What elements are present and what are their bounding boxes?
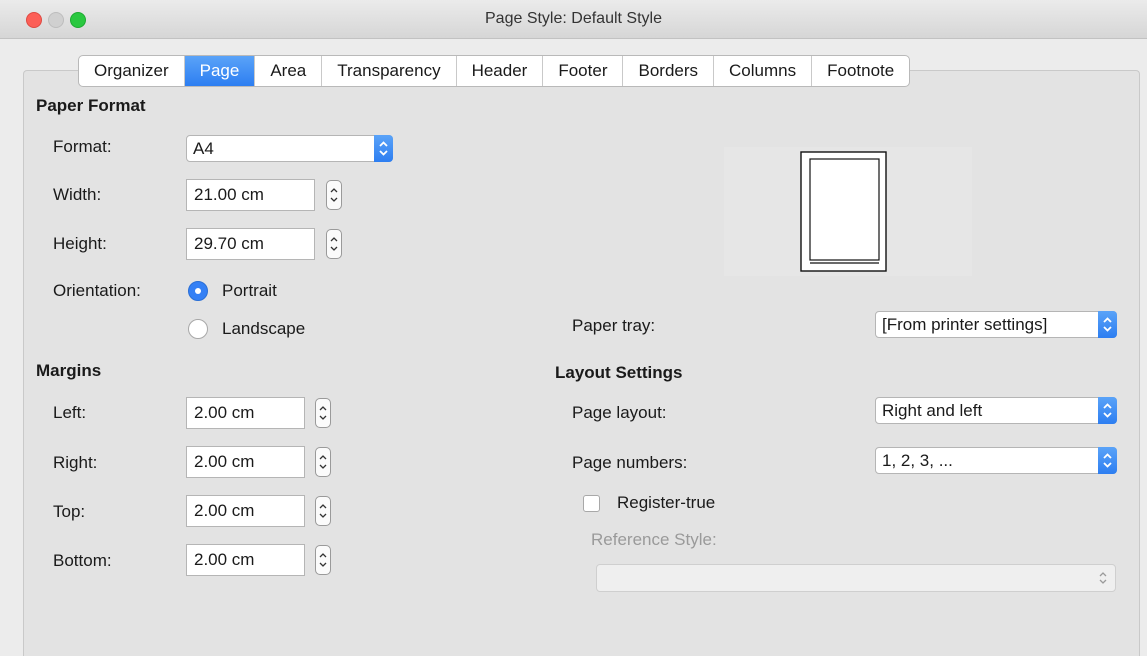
chevron-updown-icon: [330, 188, 338, 202]
right-margin-stepper[interactable]: [315, 447, 331, 477]
width-label: Width:: [53, 185, 102, 204]
page-layout-value: Right and left: [882, 401, 983, 420]
height-input[interactable]: 29.70 cm: [186, 228, 315, 260]
tab-header[interactable]: Header: [457, 56, 544, 86]
page-numbers-label: Page numbers:: [572, 453, 688, 472]
page-layout-label: Page layout:: [572, 403, 667, 422]
chevron-updown-icon: [319, 504, 327, 518]
portrait-label[interactable]: Portrait: [222, 281, 277, 301]
register-true-checkbox[interactable]: [583, 495, 600, 512]
chevron-updown-icon: [1098, 397, 1117, 424]
page-numbers-select[interactable]: 1, 2, 3, ...: [875, 447, 1117, 474]
portrait-radio[interactable]: [188, 281, 208, 301]
left-margin-stepper[interactable]: [315, 398, 331, 428]
width-stepper[interactable]: [326, 180, 342, 210]
reference-style-label: Reference Style:: [591, 530, 717, 549]
page-numbers-value: 1, 2, 3, ...: [882, 451, 953, 470]
paper-tray-select[interactable]: [From printer settings]: [875, 311, 1117, 338]
register-true-label[interactable]: Register-true: [617, 493, 715, 513]
height-label: Height:: [53, 234, 107, 253]
chevron-updown-icon: [1098, 447, 1117, 474]
tab-organizer[interactable]: Organizer: [79, 56, 185, 86]
chevron-updown-icon: [330, 237, 338, 251]
chevron-updown-icon: [374, 135, 393, 162]
layout-settings-heading: Layout Settings: [555, 363, 683, 382]
tab-borders[interactable]: Borders: [623, 56, 715, 86]
margins-heading: Margins: [36, 361, 102, 380]
landscape-radio[interactable]: [188, 319, 208, 339]
left-margin-input[interactable]: 2.00 cm: [186, 397, 305, 429]
window-title: Page Style: Default Style: [485, 10, 662, 27]
paper-format-heading: Paper Format: [36, 96, 146, 115]
bottom-margin-input[interactable]: 2.00 cm: [186, 544, 305, 576]
tab-area[interactable]: Area: [255, 56, 323, 86]
chevron-updown-icon: [319, 455, 327, 469]
chevron-updown-icon: [1098, 311, 1117, 338]
format-select[interactable]: A4: [186, 135, 393, 162]
format-label: Format:: [53, 137, 112, 156]
height-stepper[interactable]: [326, 229, 342, 259]
top-margin-stepper[interactable]: [315, 496, 331, 526]
chevron-updown-icon: [319, 553, 327, 567]
paper-tray-label: Paper tray:: [572, 316, 656, 335]
chevron-updown-icon: [1099, 572, 1107, 584]
bottom-margin-label: Bottom:: [53, 551, 112, 570]
chevron-updown-icon: [319, 406, 327, 420]
tab-page[interactable]: Page: [184, 56, 256, 86]
orientation-label: Orientation:: [53, 281, 141, 300]
paper-tray-value: [From printer settings]: [882, 315, 1048, 334]
landscape-label[interactable]: Landscape: [222, 319, 305, 339]
width-input[interactable]: 21.00 cm: [186, 179, 315, 211]
bottom-margin-stepper[interactable]: [315, 545, 331, 575]
right-margin-label: Right:: [53, 453, 98, 472]
page-layout-select[interactable]: Right and left: [875, 397, 1117, 424]
tab-footer[interactable]: Footer: [543, 56, 624, 86]
tab-bar: Organizer Page Area Transparency Header …: [78, 55, 911, 87]
tab-transparency[interactable]: Transparency: [322, 56, 457, 86]
reference-style-select[interactable]: [596, 564, 1116, 592]
top-margin-input[interactable]: 2.00 cm: [186, 495, 305, 527]
right-margin-input[interactable]: 2.00 cm: [186, 446, 305, 478]
tab-columns[interactable]: Columns: [714, 56, 813, 86]
top-margin-label: Top:: [53, 502, 86, 521]
page-preview: [724, 147, 972, 276]
tab-footnote[interactable]: Footnote: [812, 56, 909, 86]
page-preview-drawing: [800, 151, 887, 272]
format-value: A4: [193, 139, 214, 158]
left-margin-label: Left:: [53, 403, 87, 422]
